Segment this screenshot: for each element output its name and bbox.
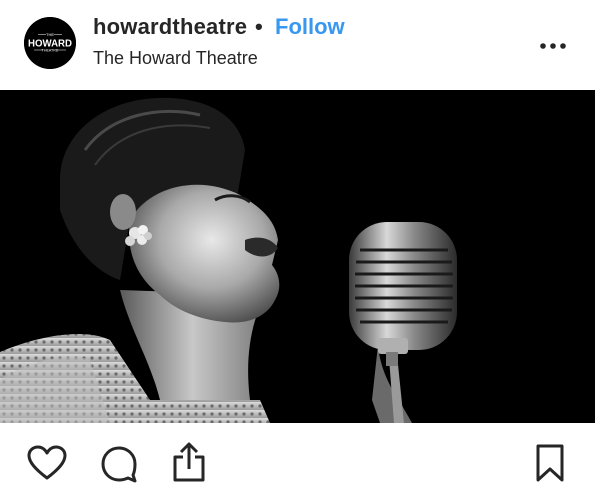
heart-icon [27,445,67,480]
comment-button[interactable] [100,445,138,483]
like-button[interactable] [27,445,67,481]
save-button[interactable] [534,443,566,483]
more-options-icon[interactable] [538,38,568,49]
separator-dot: • [255,14,263,39]
share-icon [173,442,205,482]
logo-bottom-text: THEATRE [42,49,59,53]
bookmark-icon [536,444,564,482]
username-link[interactable]: howardtheatre [93,14,247,40]
post-header: THE HOWARD THEATRE howardtheatre • Follo… [0,0,595,90]
comment-icon [101,446,137,483]
logo-top-text: THE [46,32,54,37]
avatar[interactable]: THE HOWARD THEATRE [24,17,76,69]
post-photo[interactable] [0,90,595,423]
instagram-post: THE HOWARD THEATRE howardtheatre • Follo… [0,0,595,499]
singer-with-microphone-image [0,90,595,423]
location-link[interactable]: The Howard Theatre [93,48,258,69]
follow-button[interactable]: Follow [275,14,345,40]
howard-theatre-logo: THE HOWARD THEATRE [24,17,76,69]
post-actions-bar [0,423,595,499]
share-button[interactable] [171,441,207,483]
